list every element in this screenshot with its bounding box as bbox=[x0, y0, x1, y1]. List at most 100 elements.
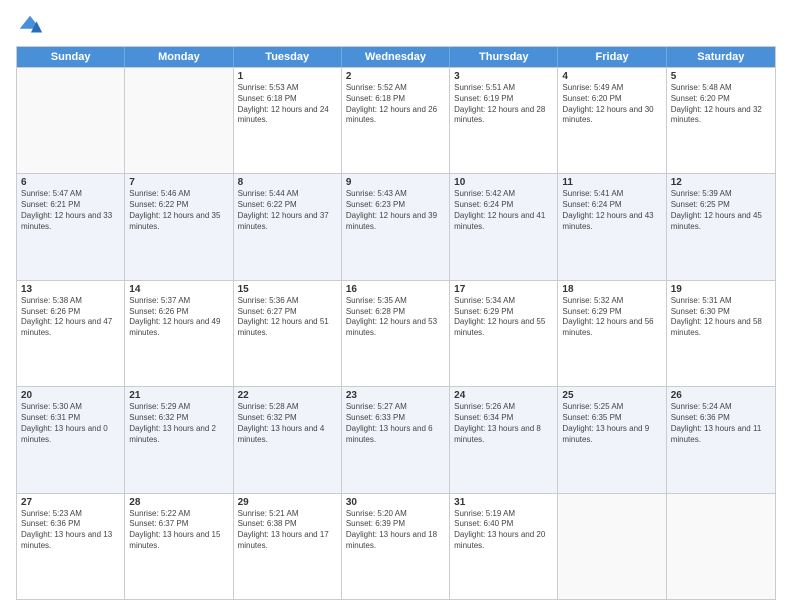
day-info: Sunrise: 5:22 AM Sunset: 6:37 PM Dayligh… bbox=[129, 509, 228, 552]
day-number: 14 bbox=[129, 284, 228, 295]
calendar-cell-10: 10Sunrise: 5:42 AM Sunset: 6:24 PM Dayli… bbox=[450, 174, 558, 279]
calendar-week-4: 20Sunrise: 5:30 AM Sunset: 6:31 PM Dayli… bbox=[17, 386, 775, 492]
day-info: Sunrise: 5:35 AM Sunset: 6:28 PM Dayligh… bbox=[346, 296, 445, 339]
day-number: 31 bbox=[454, 497, 553, 508]
day-number: 29 bbox=[238, 497, 337, 508]
day-number: 5 bbox=[671, 71, 771, 82]
calendar-cell-18: 18Sunrise: 5:32 AM Sunset: 6:29 PM Dayli… bbox=[558, 281, 666, 386]
calendar: SundayMondayTuesdayWednesdayThursdayFrid… bbox=[16, 46, 776, 600]
day-info: Sunrise: 5:29 AM Sunset: 6:32 PM Dayligh… bbox=[129, 402, 228, 445]
day-info: Sunrise: 5:44 AM Sunset: 6:22 PM Dayligh… bbox=[238, 189, 337, 232]
header-day-wednesday: Wednesday bbox=[342, 47, 450, 67]
day-number: 1 bbox=[238, 71, 337, 82]
calendar-cell-empty-0-1 bbox=[125, 68, 233, 173]
logo-icon bbox=[16, 12, 44, 40]
day-number: 10 bbox=[454, 177, 553, 188]
calendar-cell-9: 9Sunrise: 5:43 AM Sunset: 6:23 PM Daylig… bbox=[342, 174, 450, 279]
calendar-cell-20: 20Sunrise: 5:30 AM Sunset: 6:31 PM Dayli… bbox=[17, 387, 125, 492]
day-info: Sunrise: 5:28 AM Sunset: 6:32 PM Dayligh… bbox=[238, 402, 337, 445]
day-info: Sunrise: 5:36 AM Sunset: 6:27 PM Dayligh… bbox=[238, 296, 337, 339]
day-info: Sunrise: 5:39 AM Sunset: 6:25 PM Dayligh… bbox=[671, 189, 771, 232]
calendar-cell-empty-4-5 bbox=[558, 494, 666, 599]
calendar-cell-1: 1Sunrise: 5:53 AM Sunset: 6:18 PM Daylig… bbox=[234, 68, 342, 173]
day-number: 17 bbox=[454, 284, 553, 295]
day-number: 20 bbox=[21, 390, 120, 401]
day-info: Sunrise: 5:26 AM Sunset: 6:34 PM Dayligh… bbox=[454, 402, 553, 445]
day-info: Sunrise: 5:51 AM Sunset: 6:19 PM Dayligh… bbox=[454, 83, 553, 126]
calendar-cell-26: 26Sunrise: 5:24 AM Sunset: 6:36 PM Dayli… bbox=[667, 387, 775, 492]
header-day-tuesday: Tuesday bbox=[234, 47, 342, 67]
calendar-cell-21: 21Sunrise: 5:29 AM Sunset: 6:32 PM Dayli… bbox=[125, 387, 233, 492]
calendar-cell-25: 25Sunrise: 5:25 AM Sunset: 6:35 PM Dayli… bbox=[558, 387, 666, 492]
day-number: 28 bbox=[129, 497, 228, 508]
day-number: 9 bbox=[346, 177, 445, 188]
header-day-thursday: Thursday bbox=[450, 47, 558, 67]
day-number: 6 bbox=[21, 177, 120, 188]
day-info: Sunrise: 5:24 AM Sunset: 6:36 PM Dayligh… bbox=[671, 402, 771, 445]
day-info: Sunrise: 5:31 AM Sunset: 6:30 PM Dayligh… bbox=[671, 296, 771, 339]
day-number: 24 bbox=[454, 390, 553, 401]
calendar-cell-27: 27Sunrise: 5:23 AM Sunset: 6:36 PM Dayli… bbox=[17, 494, 125, 599]
day-info: Sunrise: 5:23 AM Sunset: 6:36 PM Dayligh… bbox=[21, 509, 120, 552]
calendar-cell-6: 6Sunrise: 5:47 AM Sunset: 6:21 PM Daylig… bbox=[17, 174, 125, 279]
day-number: 8 bbox=[238, 177, 337, 188]
header-day-saturday: Saturday bbox=[667, 47, 775, 67]
calendar-cell-23: 23Sunrise: 5:27 AM Sunset: 6:33 PM Dayli… bbox=[342, 387, 450, 492]
day-info: Sunrise: 5:42 AM Sunset: 6:24 PM Dayligh… bbox=[454, 189, 553, 232]
day-number: 18 bbox=[562, 284, 661, 295]
day-info: Sunrise: 5:20 AM Sunset: 6:39 PM Dayligh… bbox=[346, 509, 445, 552]
calendar-cell-17: 17Sunrise: 5:34 AM Sunset: 6:29 PM Dayli… bbox=[450, 281, 558, 386]
day-number: 21 bbox=[129, 390, 228, 401]
day-info: Sunrise: 5:46 AM Sunset: 6:22 PM Dayligh… bbox=[129, 189, 228, 232]
calendar-cell-16: 16Sunrise: 5:35 AM Sunset: 6:28 PM Dayli… bbox=[342, 281, 450, 386]
day-info: Sunrise: 5:21 AM Sunset: 6:38 PM Dayligh… bbox=[238, 509, 337, 552]
day-info: Sunrise: 5:34 AM Sunset: 6:29 PM Dayligh… bbox=[454, 296, 553, 339]
day-number: 11 bbox=[562, 177, 661, 188]
day-info: Sunrise: 5:48 AM Sunset: 6:20 PM Dayligh… bbox=[671, 83, 771, 126]
calendar-cell-11: 11Sunrise: 5:41 AM Sunset: 6:24 PM Dayli… bbox=[558, 174, 666, 279]
day-info: Sunrise: 5:37 AM Sunset: 6:26 PM Dayligh… bbox=[129, 296, 228, 339]
day-number: 12 bbox=[671, 177, 771, 188]
calendar-cell-empty-0-0 bbox=[17, 68, 125, 173]
calendar-cell-3: 3Sunrise: 5:51 AM Sunset: 6:19 PM Daylig… bbox=[450, 68, 558, 173]
calendar-cell-empty-4-6 bbox=[667, 494, 775, 599]
day-info: Sunrise: 5:53 AM Sunset: 6:18 PM Dayligh… bbox=[238, 83, 337, 126]
calendar-cell-30: 30Sunrise: 5:20 AM Sunset: 6:39 PM Dayli… bbox=[342, 494, 450, 599]
day-number: 23 bbox=[346, 390, 445, 401]
day-number: 7 bbox=[129, 177, 228, 188]
header-day-sunday: Sunday bbox=[17, 47, 125, 67]
day-info: Sunrise: 5:32 AM Sunset: 6:29 PM Dayligh… bbox=[562, 296, 661, 339]
calendar-cell-24: 24Sunrise: 5:26 AM Sunset: 6:34 PM Dayli… bbox=[450, 387, 558, 492]
page: SundayMondayTuesdayWednesdayThursdayFrid… bbox=[0, 0, 792, 612]
day-info: Sunrise: 5:47 AM Sunset: 6:21 PM Dayligh… bbox=[21, 189, 120, 232]
calendar-cell-13: 13Sunrise: 5:38 AM Sunset: 6:26 PM Dayli… bbox=[17, 281, 125, 386]
calendar-cell-31: 31Sunrise: 5:19 AM Sunset: 6:40 PM Dayli… bbox=[450, 494, 558, 599]
header-day-friday: Friday bbox=[558, 47, 666, 67]
calendar-cell-14: 14Sunrise: 5:37 AM Sunset: 6:26 PM Dayli… bbox=[125, 281, 233, 386]
day-info: Sunrise: 5:49 AM Sunset: 6:20 PM Dayligh… bbox=[562, 83, 661, 126]
calendar-cell-19: 19Sunrise: 5:31 AM Sunset: 6:30 PM Dayli… bbox=[667, 281, 775, 386]
header bbox=[16, 12, 776, 40]
calendar-cell-7: 7Sunrise: 5:46 AM Sunset: 6:22 PM Daylig… bbox=[125, 174, 233, 279]
day-info: Sunrise: 5:25 AM Sunset: 6:35 PM Dayligh… bbox=[562, 402, 661, 445]
day-number: 4 bbox=[562, 71, 661, 82]
logo bbox=[16, 12, 46, 40]
calendar-week-5: 27Sunrise: 5:23 AM Sunset: 6:36 PM Dayli… bbox=[17, 493, 775, 599]
day-info: Sunrise: 5:30 AM Sunset: 6:31 PM Dayligh… bbox=[21, 402, 120, 445]
calendar-header-row: SundayMondayTuesdayWednesdayThursdayFrid… bbox=[17, 47, 775, 67]
day-number: 26 bbox=[671, 390, 771, 401]
day-info: Sunrise: 5:19 AM Sunset: 6:40 PM Dayligh… bbox=[454, 509, 553, 552]
day-number: 2 bbox=[346, 71, 445, 82]
calendar-cell-8: 8Sunrise: 5:44 AM Sunset: 6:22 PM Daylig… bbox=[234, 174, 342, 279]
day-info: Sunrise: 5:43 AM Sunset: 6:23 PM Dayligh… bbox=[346, 189, 445, 232]
calendar-body: 1Sunrise: 5:53 AM Sunset: 6:18 PM Daylig… bbox=[17, 67, 775, 599]
calendar-cell-22: 22Sunrise: 5:28 AM Sunset: 6:32 PM Dayli… bbox=[234, 387, 342, 492]
calendar-cell-29: 29Sunrise: 5:21 AM Sunset: 6:38 PM Dayli… bbox=[234, 494, 342, 599]
day-info: Sunrise: 5:27 AM Sunset: 6:33 PM Dayligh… bbox=[346, 402, 445, 445]
day-number: 16 bbox=[346, 284, 445, 295]
calendar-week-2: 6Sunrise: 5:47 AM Sunset: 6:21 PM Daylig… bbox=[17, 173, 775, 279]
calendar-cell-2: 2Sunrise: 5:52 AM Sunset: 6:18 PM Daylig… bbox=[342, 68, 450, 173]
day-info: Sunrise: 5:41 AM Sunset: 6:24 PM Dayligh… bbox=[562, 189, 661, 232]
day-number: 19 bbox=[671, 284, 771, 295]
day-info: Sunrise: 5:38 AM Sunset: 6:26 PM Dayligh… bbox=[21, 296, 120, 339]
